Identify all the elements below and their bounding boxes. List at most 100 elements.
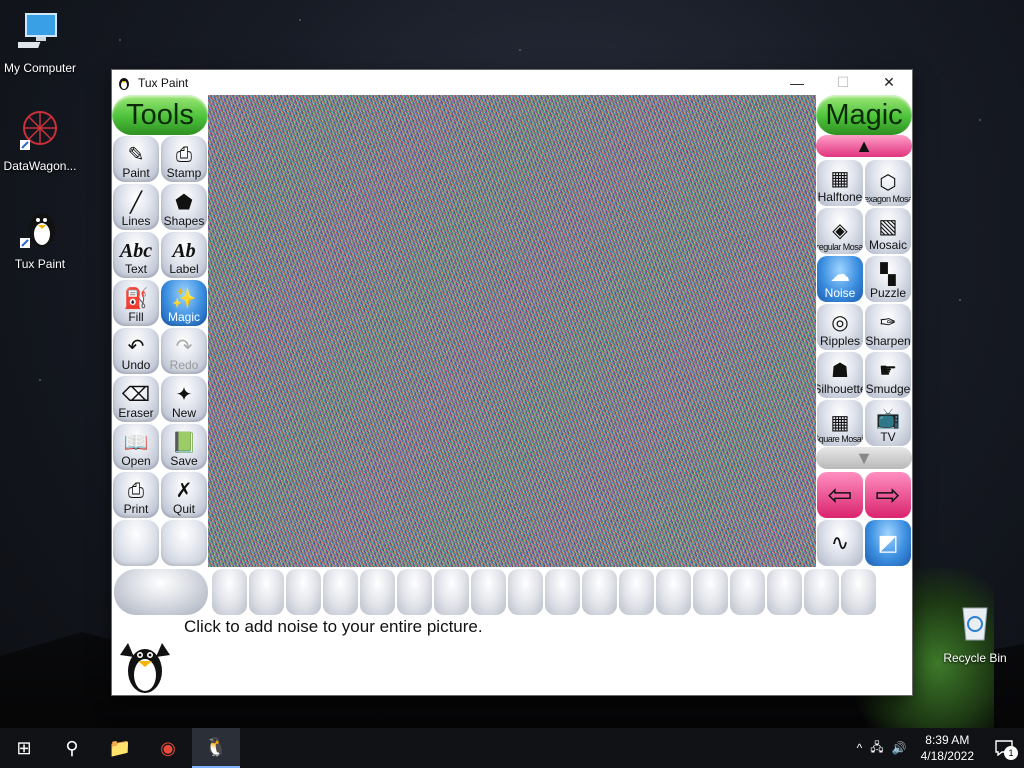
tool-text-button[interactable]: Abc Text [113,232,159,278]
magic-tv-button[interactable]: 📺 TV [865,400,911,446]
tool-label-button[interactable]: Ab Label [161,232,207,278]
tux-penguin-icon: 🐧 [204,736,228,757]
tool-label: Fill [128,310,144,324]
start-button[interactable]: ⊞ [0,728,48,768]
clock[interactable]: 8:39 AM 4/18/2022 [911,732,984,764]
windows-logo-icon: ⊞ [16,737,32,758]
magic-halftone-button[interactable]: ▦ Halftone [817,160,863,206]
desktop-icon-datawagon[interactable]: DataWagon... [0,108,80,173]
magic-silhouette-button[interactable]: ☗Silhouette [817,352,863,398]
color-swatch[interactable] [286,569,321,615]
tool-save-button[interactable]: 📗 Save [161,424,207,470]
magic-sharpen-button[interactable]: ✑ Sharpen [865,304,911,350]
hexagon-icon: ⬡ [879,172,897,194]
undo-icon: ↶ [127,336,145,358]
color-swatch[interactable] [434,569,469,615]
color-swatch[interactable] [693,569,728,615]
window-titlebar[interactable]: Tux Paint — ☐ ✕ [112,70,912,95]
next-arrow-button[interactable]: ⇨ [865,472,911,518]
tool-new-button[interactable]: ✦ New [161,376,207,422]
tool-quit-button[interactable]: ✗ Quit [161,472,207,518]
taskbar-file-explorer[interactable]: 📁 [96,728,144,768]
tux-paint-client: Tools ✎ Paint ⎙ Stamp ╱ Lines ⬟ Shapes Abc Te… [112,95,912,695]
magic-scroll-up-button[interactable]: ▲ [816,135,912,157]
redo-icon: ↷ [175,336,193,358]
color-swatch[interactable] [323,569,358,615]
color-swatch[interactable] [804,569,839,615]
search-button[interactable]: ⚲ [48,728,96,768]
desktop-icon-my-computer[interactable]: My Computer [0,10,80,75]
tool-lines-button[interactable]: ╱ Lines [113,184,159,230]
magic-square-mosaic-button[interactable]: ▦Square Mosaic [817,400,863,446]
tool-redo-button[interactable]: ↷ Redo [161,328,207,374]
tool-print-button[interactable]: ⎙ Print [113,472,159,518]
drawing-canvas[interactable] [208,95,816,567]
color-swatch[interactable] [619,569,654,615]
lines-icon: ╱ [129,192,143,214]
desktop-icon-label: DataWagon... [3,159,77,173]
color-swatch[interactable] [582,569,617,615]
tool-open-button[interactable]: 📖 Open [113,424,159,470]
desktop-icon-tux-paint[interactable]: Tux Paint [0,206,80,271]
magic-hexagon-mosaic-button[interactable]: ⬡Hexagon Mosaic [865,160,911,206]
tool-stamp-button[interactable]: ⎙ Stamp [161,136,207,182]
desktop-icon-label: Recycle Bin [943,651,1007,665]
show-hidden-icons-chevron-icon[interactable]: ^ [853,741,867,755]
network-icon[interactable]: 🖧 [866,738,887,759]
magic-scroll-down-button[interactable]: ▼ [816,447,912,469]
datawagon-icon [20,111,57,150]
magic-noise-button[interactable]: ☁ Noise [817,256,863,302]
paint-mode-button[interactable]: ∿ [817,520,863,566]
magic-label: Mosaic [868,238,907,252]
tool-paint-button[interactable]: ✎ Paint [113,136,159,182]
color-swatch[interactable] [841,569,876,615]
taskbar-tux-paint[interactable]: 🐧 [192,728,240,768]
tux-paint-app-icon [119,77,129,90]
notification-center-button[interactable]: 1 [984,728,1024,768]
magic-header: Magic [816,95,912,135]
volume-icon[interactable]: 🔊 [888,741,911,755]
magic-mosaic-button[interactable]: ▧ Mosaic [865,208,911,254]
desktop-icon-label: My Computer [3,61,77,75]
color-swatch[interactable] [212,569,247,615]
minimize-button[interactable]: — [774,70,820,95]
computer-icon [10,13,57,48]
color-swatch[interactable] [545,569,580,615]
close-button[interactable]: ✕ [866,70,912,95]
puzzle-icon: ▚ [880,264,896,286]
tool-label: Undo [121,358,151,372]
open-book-icon: 📖 [123,432,149,454]
magic-label: Halftone [817,190,863,204]
color-swatch[interactable] [730,569,765,615]
magic-label: Puzzle [869,286,907,300]
color-swatch[interactable] [656,569,691,615]
previous-arrow-button[interactable]: ⇦ [817,472,863,518]
color-swatch[interactable] [397,569,432,615]
magic-ripples-button[interactable]: ◎ Ripples [817,304,863,350]
fullscreen-mode-button[interactable]: ◩ [865,520,911,566]
magic-irregular-mosaic-button[interactable]: ◈Irregular Mosaic [817,208,863,254]
maximize-button[interactable]: ☐ [820,70,866,95]
tool-label: Magic [167,310,200,324]
tool-eraser-button[interactable]: ⌫ Eraser [113,376,159,422]
taskbar-chrome[interactable]: ◉ [144,728,192,768]
pentagon-icon: ⬟ [175,192,193,214]
tool-shapes-button[interactable]: ⬟ Shapes [161,184,207,230]
color-swatch[interactable] [360,569,395,615]
tool-fill-button[interactable]: ⛽ Fill [113,280,159,326]
color-swatch[interactable] [249,569,284,615]
magic-smudge-button[interactable]: ☛ Smudge [865,352,911,398]
chrome-icon: ◉ [160,737,176,758]
tool-magic-button[interactable]: ✨ Magic [161,280,207,326]
color-palette [112,567,912,617]
color-swatch[interactable] [508,569,543,615]
color-swatch[interactable] [767,569,802,615]
color-swatch[interactable] [471,569,506,615]
magic-puzzle-button[interactable]: ▚ Puzzle [865,256,911,302]
desktop-icon-recycle-bin[interactable]: Recycle Bin [935,600,1015,665]
tool-undo-button[interactable]: ↶ Undo [113,328,159,374]
tv-icon: 📺 [875,408,901,430]
text-icon: Abc [119,240,153,262]
smudge-icon: ☛ [879,360,897,382]
irregular-mosaic-icon: ◈ [832,220,848,242]
